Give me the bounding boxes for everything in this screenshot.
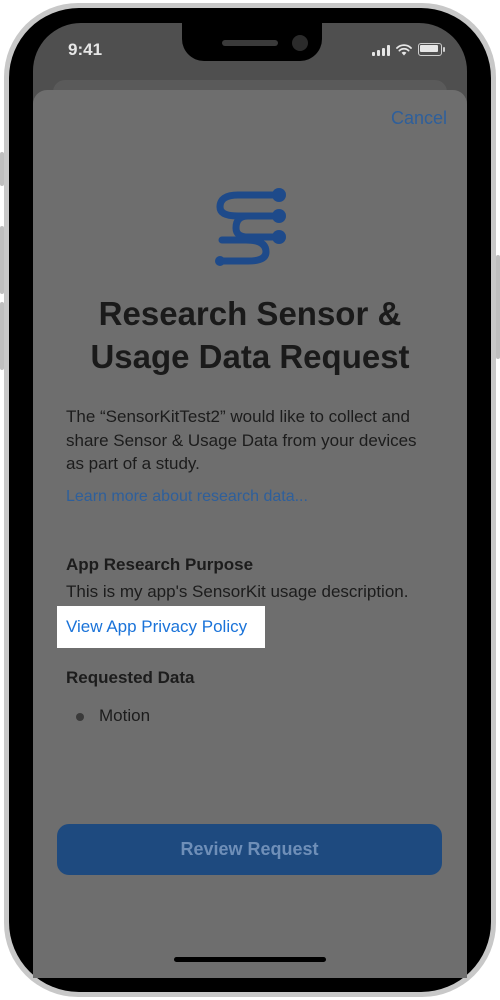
requested-data-heading: Requested Data (66, 668, 195, 687)
home-indicator[interactable] (174, 957, 326, 962)
status-time: 9:41 (68, 40, 103, 59)
requested-item-motion: Motion (99, 706, 151, 725)
power-button (496, 255, 500, 359)
wifi-icon (396, 44, 412, 56)
camera (292, 35, 308, 51)
sensorkit-logo-icon (215, 188, 286, 266)
battery-icon (418, 43, 445, 56)
page-title: Research Sensor & Usage Data Request (40, 292, 460, 378)
bullet-icon (76, 713, 84, 721)
request-description: The “SensorKitTest2” would like to colle… (66, 407, 417, 473)
status-icons (372, 43, 445, 56)
cancel-button[interactable]: Cancel (391, 108, 447, 129)
learn-more-link[interactable]: Learn more about research data... (66, 488, 308, 506)
title-line-2: Usage Data Request (90, 338, 410, 375)
purpose-text: This is my app's SensorKit usage descrip… (66, 582, 409, 601)
purpose-heading: App Research Purpose (66, 555, 254, 574)
review-request-button[interactable]: Review Request (57, 824, 442, 875)
title-line-1: Research Sensor & (98, 295, 402, 332)
privacy-policy-link[interactable]: View App Privacy Policy (66, 617, 247, 637)
cellular-signal-icon (372, 45, 390, 56)
speaker (222, 40, 278, 46)
